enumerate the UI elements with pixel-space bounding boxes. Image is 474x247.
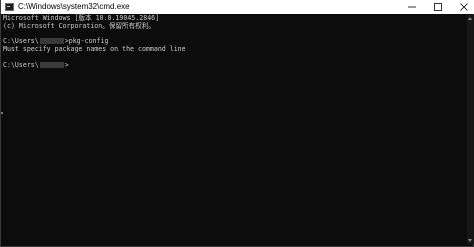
console-line: Must specify package names on the comman… xyxy=(3,45,186,54)
maximize-icon xyxy=(434,3,442,11)
edge-marker xyxy=(1,112,3,114)
console-prompt-line: C:\Users\ > xyxy=(3,60,465,70)
console-line: (c) Microsoft Corporation。保留所有权利。 xyxy=(3,21,155,30)
title-bar[interactable]: C:\Windows\system32\cmd.exe xyxy=(1,0,474,14)
minimize-button[interactable] xyxy=(399,0,425,14)
typed-command: pkg-config xyxy=(68,37,109,46)
close-button[interactable] xyxy=(451,0,474,14)
minimize-icon xyxy=(408,6,416,8)
redacted-username xyxy=(39,38,64,45)
redacted-username xyxy=(39,61,64,68)
console-output[interactable]: Microsoft Windows [版本 10.0.19045.2846] (… xyxy=(3,14,465,243)
prompt-prefix: C:\Users\ xyxy=(3,37,39,46)
window-title: C:\Windows\system32\cmd.exe xyxy=(18,2,130,11)
close-icon xyxy=(460,3,468,11)
scroll-down-icon[interactable] xyxy=(468,239,472,242)
cmd-window: C:\Windows\system32\cmd.exe Microsoft Wi… xyxy=(0,0,474,247)
scroll-up-icon[interactable] xyxy=(468,17,472,20)
vertical-scrollbar[interactable] xyxy=(467,15,474,244)
prompt-prefix: C:\Users\ xyxy=(3,60,39,69)
prompt-suffix: > xyxy=(64,60,69,69)
cmd-icon[interactable] xyxy=(5,3,14,11)
maximize-button[interactable] xyxy=(425,0,451,14)
